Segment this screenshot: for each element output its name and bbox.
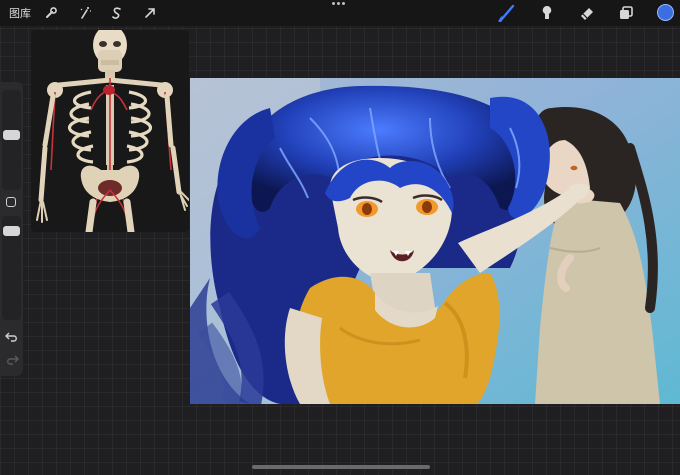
color-picker-button[interactable]: [657, 4, 674, 21]
layers-button[interactable]: [616, 3, 636, 23]
opacity-handle[interactable]: [3, 226, 20, 236]
brush-icon: [498, 4, 515, 22]
skeleton-reference-image: [31, 30, 189, 232]
selection-icon: [112, 7, 121, 19]
home-indicator: [252, 465, 430, 469]
actions-button[interactable]: [41, 3, 61, 23]
adjustments-button[interactable]: [75, 3, 95, 23]
wrench-icon: [46, 7, 57, 18]
eraser-button[interactable]: [577, 3, 597, 23]
transform-button[interactable]: [140, 3, 160, 23]
smudge-button[interactable]: [537, 3, 557, 23]
artwork: [190, 78, 680, 404]
reference-window[interactable]: [31, 30, 189, 232]
more-options-dots[interactable]: [332, 2, 345, 5]
brush-size-handle[interactable]: [3, 130, 20, 140]
drawing-canvas[interactable]: [190, 78, 680, 404]
modify-button[interactable]: [6, 197, 16, 207]
brush-size-slider[interactable]: [2, 90, 21, 190]
dot: [337, 2, 340, 5]
top-toolbar: 图库: [0, 0, 680, 26]
dot: [342, 2, 345, 5]
eraser-icon: [581, 8, 593, 20]
layers-icon: [620, 6, 633, 19]
redo-icon[interactable]: [5, 354, 19, 366]
brush-button[interactable]: [497, 3, 517, 23]
dot: [332, 2, 335, 5]
undo-icon[interactable]: [5, 331, 19, 343]
smudge-icon: [542, 6, 552, 19]
selection-button[interactable]: [107, 3, 127, 23]
brush-sidebar: [0, 82, 23, 376]
transform-icon: [145, 8, 155, 18]
gallery-button[interactable]: 图库: [9, 5, 31, 21]
magic-wand-icon: [80, 7, 91, 19]
